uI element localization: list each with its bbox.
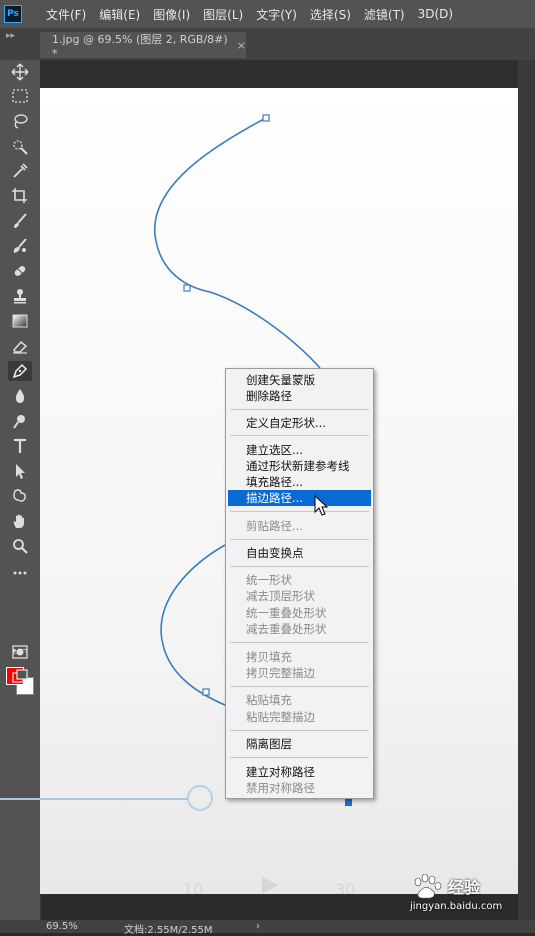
document-tab-row: ▸▸ 1.jpg @ 69.5% (图层 2, RGB/8#) * × xyxy=(0,28,535,60)
more-icon[interactable] xyxy=(8,563,32,583)
mouse-cursor-icon xyxy=(314,495,329,516)
screen-mode-icon[interactable] xyxy=(8,666,32,686)
menu-delete-path[interactable]: 删除路径 xyxy=(228,388,371,404)
menu-paste-fill: 粘贴填充 xyxy=(246,693,292,707)
brush-icon[interactable] xyxy=(8,211,32,231)
menu-separator xyxy=(230,409,369,410)
watermark-brand-suffix: 经验 xyxy=(448,878,481,897)
menu-subtract-overlap: 减去重叠处形状 xyxy=(246,622,327,636)
menu-type[interactable]: 文字(Y) xyxy=(256,6,297,23)
eyedropper-icon[interactable] xyxy=(8,161,32,181)
stamp-icon[interactable] xyxy=(8,286,32,306)
menu-separator xyxy=(230,566,369,567)
gradient-icon[interactable] xyxy=(8,311,32,331)
status-bar: 69.5% 文档:2.55M/2.55M › xyxy=(0,920,535,936)
video-progress-knob[interactable] xyxy=(187,785,213,811)
menu-make-selection[interactable]: 建立选区... xyxy=(228,442,371,458)
menu-layer[interactable]: 图层(L) xyxy=(203,6,243,23)
pen-icon[interactable] xyxy=(8,361,32,381)
menu-stroke-path[interactable]: 描边路径... xyxy=(228,490,371,506)
menu-disable-symmetry-path: 禁用对称路径 xyxy=(246,781,315,795)
zoom-icon[interactable] xyxy=(8,536,32,556)
menu-new-guides-from-shape[interactable]: 通过形状新建参考线 xyxy=(228,458,371,474)
menu-separator xyxy=(230,730,369,731)
menu-3d[interactable]: 3D(D) xyxy=(418,7,453,21)
forward-30-label[interactable]: 30 xyxy=(335,880,355,899)
menu-bar: Ps 文件(F) 编辑(E) 图像(I) 图层(L) 文字(Y) 选择(S) 滤… xyxy=(0,0,535,28)
lasso-icon[interactable] xyxy=(8,111,32,131)
document-size: 文档:2.55M/2.55M xyxy=(124,925,213,936)
path-select-icon[interactable] xyxy=(8,461,32,481)
menu-paste-complete-stroke: 粘贴完整描边 xyxy=(246,710,315,724)
type-icon[interactable] xyxy=(8,436,32,456)
patch-icon[interactable] xyxy=(8,261,32,281)
blur-icon[interactable] xyxy=(8,386,32,406)
menu-image[interactable]: 图像(I) xyxy=(153,6,190,23)
status-menu-arrow-icon[interactable]: › xyxy=(256,921,260,932)
baidu-jingyan-watermark: 经验 jingyan.baidu.com xyxy=(408,872,518,912)
menu-unite-shapes: 统一形状 xyxy=(246,573,292,587)
crop-icon[interactable] xyxy=(8,186,32,206)
menu-separator xyxy=(230,539,369,540)
healing-icon[interactable] xyxy=(8,236,32,256)
video-progress-track[interactable] xyxy=(0,798,188,800)
menu-create-vector-mask[interactable]: 创建矢量蒙版 xyxy=(228,372,371,388)
move-icon[interactable] xyxy=(8,62,32,82)
menu-fill-path[interactable]: 填充路径... xyxy=(228,474,371,490)
menu-clipping-path: 剪贴路径... xyxy=(246,519,303,533)
menu-separator xyxy=(230,686,369,687)
menu-separator xyxy=(230,642,369,643)
menu-free-transform-points[interactable]: 自由变换点 xyxy=(228,545,371,561)
path-context-menu: 创建矢量蒙版 删除路径 定义自定形状... 建立选区... 通过形状新建参考线 … xyxy=(225,368,374,799)
photoshop-logo[interactable]: Ps xyxy=(4,5,22,23)
dodge-icon[interactable] xyxy=(8,411,32,431)
menu-separator xyxy=(230,757,369,758)
menu-separator xyxy=(230,511,369,512)
menu-filter[interactable]: 滤镜(T) xyxy=(364,6,405,23)
menu-edit[interactable]: 编辑(E) xyxy=(99,6,140,23)
menu-separator xyxy=(230,435,369,436)
tab-close-icon[interactable]: × xyxy=(237,39,246,52)
menu-make-symmetry-path[interactable]: 建立对称路径 xyxy=(228,764,371,780)
menu-copy-fill: 拷贝填充 xyxy=(246,650,292,664)
quick-mask-icon[interactable] xyxy=(8,642,32,662)
menu-select[interactable]: 选择(S) xyxy=(310,6,351,23)
toolbar-collapse-toggle[interactable]: ▸▸ xyxy=(6,31,15,41)
panel-strip xyxy=(518,60,535,920)
rewind-10-label[interactable]: 10 xyxy=(183,880,203,899)
marquee-icon[interactable] xyxy=(8,86,32,106)
watermark-url: jingyan.baidu.com xyxy=(410,901,503,912)
zoom-level[interactable]: 69.5% xyxy=(46,921,78,932)
document-tab[interactable]: 1.jpg @ 69.5% (图层 2, RGB/8#) * × xyxy=(40,32,246,60)
baidu-paw-icon xyxy=(414,874,442,899)
menu-define-custom-shape[interactable]: 定义自定形状... xyxy=(228,415,371,431)
quick-select-icon[interactable] xyxy=(8,136,32,156)
menu-file[interactable]: 文件(F) xyxy=(46,6,86,23)
play-icon[interactable]: ▶ xyxy=(262,872,279,897)
eraser-icon[interactable] xyxy=(8,336,32,356)
menu-isolate-layers[interactable]: 隔离图层 xyxy=(228,736,371,752)
hand-icon[interactable] xyxy=(8,511,32,531)
shape-icon[interactable] xyxy=(8,486,32,506)
menu-subtract-front-shape: 减去顶层形状 xyxy=(246,589,315,603)
menu-unite-overlap: 统一重叠处形状 xyxy=(246,606,327,620)
tools-panel xyxy=(0,60,41,920)
document-tab-title: 1.jpg @ 69.5% (图层 2, RGB/8#) * xyxy=(52,32,228,60)
menu-copy-complete-stroke: 拷贝完整描边 xyxy=(246,666,315,680)
